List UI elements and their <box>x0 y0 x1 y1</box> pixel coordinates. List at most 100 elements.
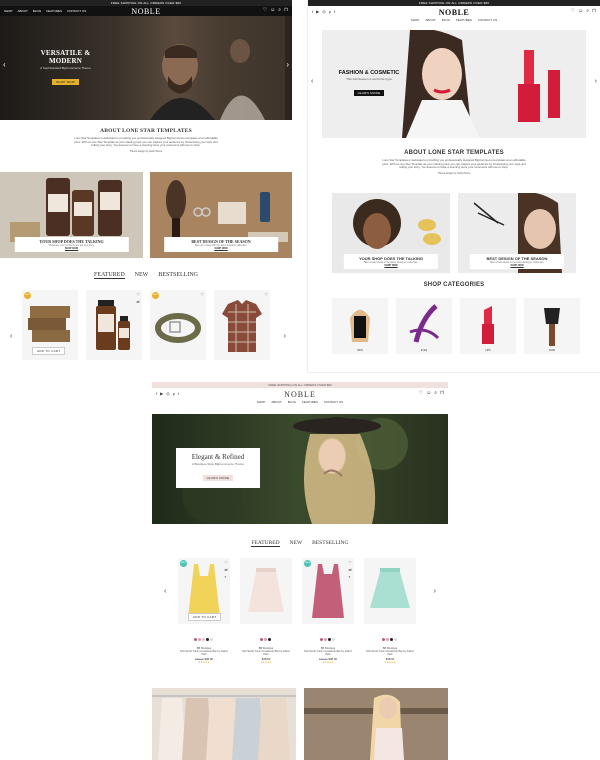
products-prev-icon[interactable]: ‹ <box>10 333 12 340</box>
heart-icon[interactable]: ♡ <box>348 560 352 565</box>
heart-icon[interactable]: ♡ <box>419 391 423 396</box>
search-icon[interactable]: ⌕ <box>348 574 352 579</box>
promo-card-design[interactable]: BEST DESIGN OF THE SEASON Stay up to dat… <box>150 172 292 258</box>
twitter-icon[interactable]: t <box>178 391 179 396</box>
heart-icon[interactable]: ♡ <box>224 560 228 565</box>
cart-icon[interactable]: ⊓ <box>592 9 596 14</box>
category-face[interactable]: FACE <box>524 298 580 354</box>
product-card[interactable]: SALE ♡ ⇄ ⌕ ADD TO CART <box>178 558 230 624</box>
carousel-next-icon[interactable]: › <box>595 78 597 85</box>
compare-icon[interactable]: ⇄ <box>348 567 352 572</box>
nav-about[interactable]: ABOUT <box>425 18 435 23</box>
tab-new[interactable]: NEW <box>290 540 303 547</box>
swatch[interactable] <box>268 638 271 641</box>
instagram-icon[interactable]: ◎ <box>322 9 326 14</box>
nav-contact[interactable]: CONTACT US <box>67 9 86 13</box>
nav-about[interactable]: ABOUT <box>18 9 28 13</box>
promo2-link[interactable]: SHOP NOW <box>164 247 278 250</box>
search-icon[interactable]: ⌕ <box>278 8 281 13</box>
carousel-next-icon[interactable]: › <box>286 60 289 69</box>
nav-blog[interactable]: BLOG <box>33 9 41 13</box>
products-next-icon[interactable]: › <box>284 333 286 340</box>
heart-icon[interactable]: ♡ <box>263 8 267 13</box>
nav-blog[interactable]: BLOG <box>442 18 450 23</box>
swatch[interactable] <box>386 638 389 641</box>
category-lips[interactable]: LIPS <box>460 298 516 354</box>
site-logo[interactable]: NOBLE <box>284 390 316 399</box>
nav-features[interactable]: FEATURES <box>302 400 318 405</box>
swatch[interactable] <box>264 638 267 641</box>
swatch[interactable] <box>328 638 331 641</box>
twitter-icon[interactable]: t <box>334 9 335 14</box>
youtube-icon[interactable]: ▶ <box>316 9 319 14</box>
nav-features[interactable]: FEATURES <box>456 18 472 23</box>
tab-new[interactable]: NEW <box>135 272 149 279</box>
product-card[interactable]: ♡ <box>214 290 270 360</box>
hero-learn-more-button[interactable]: LEARN MORE <box>353 90 385 96</box>
tab-featured[interactable]: FEATURED <box>251 540 280 547</box>
heart-icon[interactable]: ♡ <box>200 292 204 297</box>
heart-icon[interactable]: ♡ <box>264 292 268 297</box>
nav-contact[interactable]: CONTACT US <box>324 400 343 405</box>
search-icon[interactable]: ⌕ <box>434 391 437 396</box>
add-to-cart-button[interactable]: ADD TO CART <box>188 613 222 621</box>
category-skin[interactable]: SKIN <box>332 298 388 354</box>
nav-shop[interactable]: SHOP <box>4 9 13 13</box>
tab-featured[interactable]: FEATURED <box>93 272 125 279</box>
nav-about[interactable]: ABOUT <box>271 400 281 405</box>
cart-icon[interactable]: ⊓ <box>284 8 288 13</box>
promo-card-talking[interactable]: YOUR SHOP DOES THE TALKING Showcase your… <box>0 172 143 258</box>
nav-blog[interactable]: BLOG <box>288 400 296 405</box>
nav-features[interactable]: FEATURES <box>46 9 62 13</box>
carousel-prev-icon[interactable]: ‹ <box>3 60 6 69</box>
nav-contact[interactable]: CONTACT US <box>478 18 497 23</box>
add-to-cart-button[interactable]: ADD TO CART <box>32 347 66 355</box>
product-card[interactable]: ♡ ⇄ <box>86 290 142 360</box>
swatch[interactable] <box>198 638 201 641</box>
facebook-icon[interactable]: f <box>312 9 313 14</box>
compare-icon[interactable]: ⇄ <box>224 567 228 572</box>
user-icon[interactable]: ☺ <box>426 391 431 396</box>
promo1-link[interactable]: SHOP NOW <box>344 264 438 267</box>
promo-image-model-outdoor[interactable] <box>304 688 448 760</box>
swatch[interactable] <box>202 638 205 641</box>
pinterest-icon[interactable]: p <box>173 391 175 396</box>
swatch[interactable] <box>324 638 327 641</box>
facebook-icon[interactable]: f <box>156 391 157 396</box>
heart-icon[interactable]: ♡ <box>571 9 575 14</box>
promo-card-design[interactable]: BEST DESIGN OF THE SEASON Take a look ah… <box>458 192 576 273</box>
user-icon[interactable]: ☺ <box>578 9 583 14</box>
hero-shop-button[interactable]: SHOP NOW <box>51 79 79 85</box>
swatch[interactable] <box>332 638 335 641</box>
swatch[interactable] <box>320 638 323 641</box>
swatch[interactable] <box>390 638 393 641</box>
pinterest-icon[interactable]: p <box>329 9 331 14</box>
promo1-link[interactable]: SHOP NOW <box>14 247 128 250</box>
tab-bestselling[interactable]: BESTSELLING <box>158 272 198 279</box>
product-card[interactable]: SALE ADD TO CART <box>22 290 78 360</box>
swatch[interactable] <box>206 638 209 641</box>
search-icon[interactable]: ⌕ <box>224 574 228 579</box>
instagram-icon[interactable]: ◎ <box>166 391 170 396</box>
swatch[interactable] <box>210 638 213 641</box>
heart-icon[interactable]: ♡ <box>136 292 140 297</box>
compare-icon[interactable]: ⇄ <box>136 299 140 304</box>
carousel-prev-icon[interactable]: ‹ <box>311 78 313 85</box>
swatch[interactable] <box>382 638 385 641</box>
search-icon[interactable]: ⌕ <box>586 9 589 14</box>
category-eyes[interactable]: EYES <box>396 298 452 354</box>
promo-card-talking[interactable]: YOUR SHOP DOES THE TALKING Take a look a… <box>332 193 450 273</box>
nav-shop[interactable]: SHOP <box>411 18 420 23</box>
youtube-icon[interactable]: ▶ <box>160 391 163 396</box>
product-card[interactable] <box>364 558 416 624</box>
swatch[interactable] <box>260 638 263 641</box>
swatch[interactable] <box>194 638 197 641</box>
cart-icon[interactable]: ⊓ <box>440 391 444 396</box>
swatch[interactable] <box>394 638 397 641</box>
products-prev-icon[interactable]: ‹ <box>164 588 166 595</box>
hero-learn-more-button[interactable]: LEARN MORE <box>202 475 234 481</box>
nav-shop[interactable]: SHOP <box>257 400 266 405</box>
product-card[interactable]: SALE ♡ ⇄ ⌕ <box>302 558 354 624</box>
product-card[interactable] <box>240 558 292 624</box>
promo2-link[interactable]: SHOP NOW <box>470 264 564 267</box>
